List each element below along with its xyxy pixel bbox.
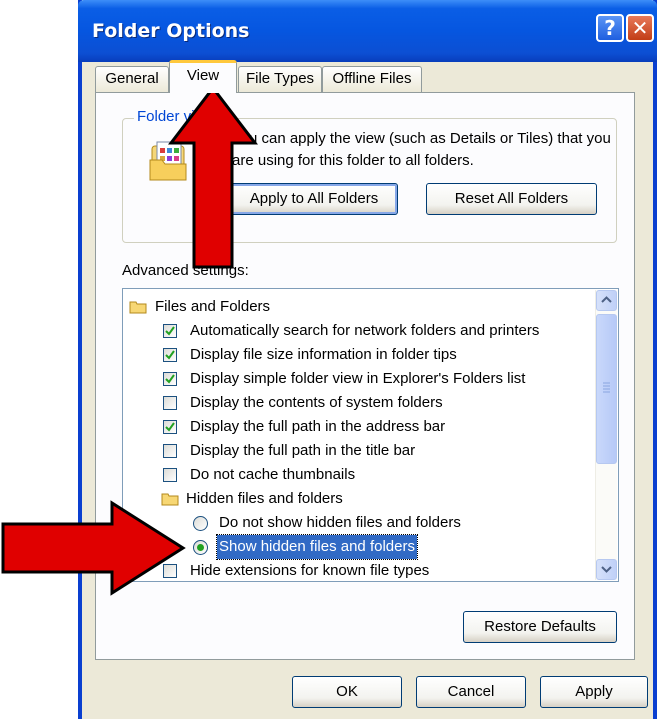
chevron-down-icon — [601, 566, 612, 573]
folder-views-description: You can apply the view (such as Details … — [232, 130, 611, 169]
radio-button[interactable] — [193, 516, 208, 531]
list-item-label: Display simple folder view in Explorer's… — [190, 370, 526, 387]
scroll-up-button[interactable] — [596, 290, 617, 311]
checkbox[interactable] — [163, 396, 177, 410]
list-item-label: Files and Folders — [155, 298, 271, 315]
checkbox[interactable] — [163, 324, 177, 338]
grip-icon — [603, 382, 610, 393]
reset-all-folders-button[interactable]: Reset All Folders — [426, 183, 597, 215]
folder-icon — [129, 301, 147, 314]
list-item-label: Automatically search for network folders… — [190, 322, 540, 339]
right-arrow-annotation-icon — [1, 500, 186, 596]
advanced-list-scrollbar[interactable] — [595, 290, 617, 580]
help-button[interactable]: ? — [596, 14, 624, 42]
close-button[interactable]: ✕ — [626, 14, 654, 42]
ok-button[interactable]: OK — [292, 676, 402, 708]
list-item-label: Hidden files and folders — [186, 490, 343, 507]
advanced-settings-list[interactable]: Files and Folders Automatically search f… — [122, 288, 619, 582]
radio-button[interactable] — [193, 540, 208, 555]
tab-offline-files[interactable]: Offline Files — [322, 66, 422, 92]
chevron-up-icon — [601, 296, 612, 303]
scroll-thumb[interactable] — [596, 314, 617, 464]
checkbox[interactable] — [163, 348, 177, 362]
checkbox[interactable] — [163, 468, 177, 482]
list-item-label: Display the full path in the address bar — [190, 418, 446, 435]
apply-button[interactable]: Apply — [540, 676, 648, 708]
list-item-label: Hide extensions for known file types — [190, 562, 430, 579]
checkbox[interactable] — [163, 372, 177, 386]
scroll-down-button[interactable] — [596, 559, 617, 580]
list-item-label: Show hidden files and folders — [216, 534, 418, 560]
up-arrow-annotation-icon — [168, 85, 258, 269]
checkbox[interactable] — [163, 420, 177, 434]
tab-view[interactable]: View — [169, 60, 237, 93]
restore-defaults-button[interactable]: Restore Defaults — [463, 611, 617, 643]
list-item-label: Display the full path in the title bar — [190, 442, 416, 459]
list-item-label: Display the contents of system folders — [190, 394, 443, 411]
list-item-label: Do not show hidden files and folders — [219, 514, 461, 531]
checkbox[interactable] — [163, 444, 177, 458]
list-item-label: Display file size information in folder … — [190, 346, 457, 363]
cancel-button[interactable]: Cancel — [416, 676, 526, 708]
window-title: Folder Options — [92, 20, 250, 42]
list-item-label: Do not cache thumbnails — [190, 466, 356, 483]
tab-general[interactable]: General — [95, 66, 169, 92]
